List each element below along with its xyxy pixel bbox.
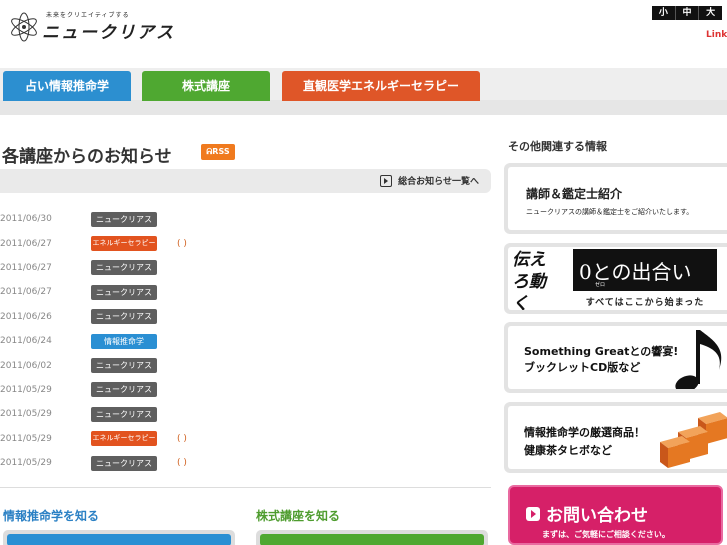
booklet-line2: ブックレットCD版など (524, 361, 641, 374)
arrow-box-icon (526, 506, 540, 521)
news-link[interactable]: ( ) (177, 434, 187, 444)
fortune-banner[interactable] (3, 530, 235, 545)
sidebar-title: その他関連する情報 (508, 140, 607, 153)
rss-label: RSS (212, 147, 230, 156)
news-date: 2011/06/27 (0, 262, 52, 273)
list-item[interactable]: 2011/06/24 情報推命学 (0, 329, 491, 353)
tab-stock[interactable]: 株式講座 (142, 71, 270, 101)
category-badge: 情報推命学 (91, 333, 157, 349)
music-note-icon (675, 330, 722, 389)
contact-title-row: お問い合わせ (526, 501, 648, 526)
logo-name: ニュークリアス (42, 23, 175, 43)
category-badge: エネルギーセラピー (91, 236, 157, 252)
arrow-box-icon (380, 174, 393, 187)
font-size-small-button[interactable]: 小 (652, 6, 676, 20)
booklet-line1: Something Greatとの響宴! (524, 345, 679, 358)
book-title-block: 0との出合い ゼロ (573, 249, 717, 291)
news-date: 2011/05/29 (0, 433, 52, 444)
list-item[interactable]: 2011/06/30 ニュークリアス (0, 207, 491, 231)
list-item[interactable]: 2011/05/29 ニュークリアス ( ) (0, 451, 491, 475)
all-news-label: 総合お知らせ一覧へ (398, 177, 479, 187)
list-item[interactable]: 2011/06/26 ニュークリアス (0, 305, 491, 329)
font-size-switcher: 小 中 大 (652, 6, 722, 20)
category-badge: ニュークリアス (91, 284, 157, 300)
list-item[interactable]: 2011/05/29 エネルギーセラピー ( ) (0, 427, 491, 451)
booklet-cd-banner[interactable]: Something Greatとの響宴! ブックレットCD版など (504, 322, 727, 393)
list-item[interactable]: 2011/06/27 ニュークリアス (0, 256, 491, 280)
instructors-banner[interactable]: 講師＆鑑定士紹介 ニュークリアスの講師＆鑑定士をご紹介いたします。 (504, 163, 727, 234)
category-badge: ニュークリアス (91, 309, 157, 325)
main-tab-bar: 占い情報推命学 株式講座 直観医学エネルギーセラピー (0, 68, 727, 115)
news-date: 2011/06/26 (0, 311, 52, 322)
news-list: 2011/06/30 ニュークリアス 2011/06/27 エネルギーセラピー … (0, 207, 491, 475)
products-text: 情報推命学の厳選商品！ 健康茶タヒボなど (524, 424, 645, 460)
list-item[interactable]: 2011/05/29 ニュークリアス (0, 402, 491, 426)
list-item[interactable]: 2011/06/27 ニュークリアス (0, 280, 491, 304)
section-divider (0, 487, 491, 488)
news-date: 2011/05/29 (0, 409, 52, 420)
book-ruby: ゼロ (595, 282, 606, 288)
news-date: 2011/06/27 (0, 238, 52, 249)
category-badge: ニュークリアス (91, 406, 157, 422)
font-size-large-button[interactable]: 大 (699, 6, 722, 20)
all-news-link[interactable]: 総合お知らせ一覧へ (380, 174, 479, 187)
list-item[interactable]: 2011/05/29 ニュークリアス (0, 378, 491, 402)
tea-package-icon (660, 412, 727, 468)
news-title: 各講座からのお知らせ (2, 147, 172, 167)
instructors-sub: ニュークリアスの講師＆鑑定士をご紹介いたします。 (526, 208, 694, 216)
atom-logo-icon (11, 12, 37, 42)
news-date: 2011/06/30 (0, 214, 52, 225)
contact-title: お問い合わせ (546, 506, 648, 526)
list-item[interactable]: 2011/06/02 ニュークリアス (0, 353, 491, 377)
news-date: 2011/05/29 (0, 384, 52, 395)
instructors-title: 講師＆鑑定士紹介 (526, 187, 623, 201)
rss-button[interactable]: ᕱRSS (201, 144, 235, 160)
zero-book-banner[interactable]: 伝えろ動く 0との出合い ゼロ すべてはここから始まった (504, 243, 727, 314)
category-badge: ニュークリアス (91, 455, 157, 471)
category-badge: ニュークリアス (91, 382, 157, 398)
category-badge: エネルギーセラピー (91, 431, 157, 447)
book-sub: すべてはここから始まった (585, 298, 705, 308)
know-stock-heading: 株式講座を知る (256, 509, 341, 523)
category-badge: ニュークリアス (91, 260, 157, 276)
news-date: 2011/06/27 (0, 287, 52, 298)
products-line2: 健康茶タヒボなど (524, 444, 612, 457)
stock-banner[interactable] (256, 530, 488, 545)
selected-products-banner[interactable]: 情報推命学の厳選商品！ 健康茶タヒボなど (504, 402, 727, 473)
tab-energy-therapy[interactable]: 直観医学エネルギーセラピー (282, 71, 480, 101)
contact-button[interactable]: お問い合わせ まずは、ご気軽にご相談ください。 (508, 485, 723, 545)
list-item[interactable]: 2011/06/27 エネルギーセラピー ( ) (0, 231, 491, 255)
category-badge: ニュークリアス (91, 211, 157, 227)
category-badge: ニュークリアス (91, 358, 157, 374)
font-size-medium-button[interactable]: 中 (676, 6, 700, 20)
handwritten-caption: 伝えろ動く (512, 250, 546, 310)
tab-fortune[interactable]: 占い情報推命学 (3, 71, 131, 101)
contact-sub: まずは、ご気軽にご相談ください。 (542, 530, 670, 539)
news-link[interactable]: ( ) (177, 239, 187, 249)
news-date: 2011/05/29 (0, 458, 52, 469)
news-date: 2011/06/24 (0, 336, 52, 347)
products-line1: 情報推命学の厳選商品！ (524, 426, 645, 439)
booklet-text: Something Greatとの響宴! ブックレットCD版など (524, 344, 678, 376)
know-fortune-heading: 情報推命学を知る (3, 509, 100, 523)
news-link[interactable]: ( ) (177, 458, 187, 468)
site-logo[interactable]: 未来をクリエイティブする ニュークリアス (8, 8, 173, 43)
link-link[interactable]: Link (706, 30, 727, 40)
news-header-bar: 総合お知らせ一覧へ (0, 169, 491, 193)
news-date: 2011/06/02 (0, 360, 52, 371)
